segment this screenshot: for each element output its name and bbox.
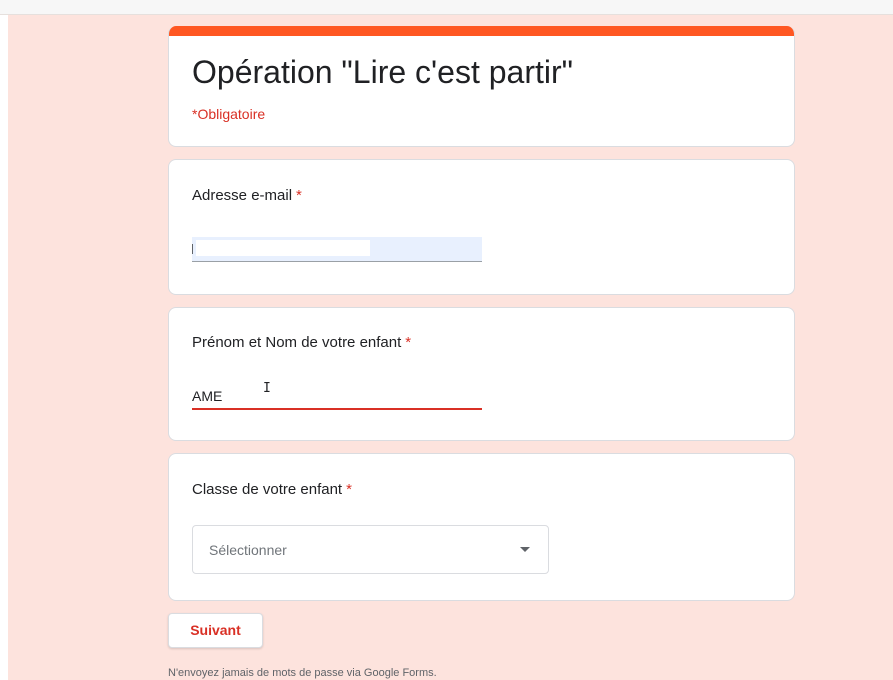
dropdown-arrow-icon xyxy=(520,547,530,552)
i-beam-cursor-icon: I xyxy=(263,381,271,396)
child-name-value: AME xyxy=(192,388,223,404)
child-name-input[interactable]: AME xyxy=(192,386,482,410)
masked-email-value xyxy=(196,240,370,256)
child-name-label-text: Prénom et Nom de votre enfant xyxy=(192,334,402,351)
browser-top-bar xyxy=(0,0,893,15)
required-asterisk: * xyxy=(296,187,302,204)
dropdown-selected-value: Sélectionner xyxy=(209,542,287,558)
form-header-card: Opération "Lire c'est partir" *Obligatoi… xyxy=(168,26,795,147)
child-class-label-text: Classe de votre enfant xyxy=(192,481,343,498)
child-class-dropdown[interactable]: Sélectionner xyxy=(192,525,549,574)
password-warning-note: N'envoyez jamais de mots de passe via Go… xyxy=(168,667,437,679)
required-asterisk: * xyxy=(346,481,352,498)
form-page: Opération "Lire c'est partir" *Obligatoi… xyxy=(0,0,893,680)
text-caret xyxy=(192,244,193,254)
child-name-question-label: Prénom et Nom de votre enfant * xyxy=(192,334,411,351)
email-label-text: Adresse e-mail xyxy=(192,187,293,204)
header-accent-bar xyxy=(169,26,794,36)
next-button[interactable]: Suivant xyxy=(168,613,263,648)
question-email-card: Adresse e-mail * xyxy=(168,159,795,295)
left-edge-strip xyxy=(0,15,8,680)
required-note: *Obligatoire xyxy=(192,106,266,122)
email-question-label: Adresse e-mail * xyxy=(192,187,302,204)
email-field[interactable] xyxy=(192,237,482,262)
question-child-name-card: Prénom et Nom de votre enfant * AME I xyxy=(168,307,795,441)
child-class-question-label: Classe de votre enfant * xyxy=(192,481,352,498)
question-child-class-card: Classe de votre enfant * Sélectionner xyxy=(168,453,795,601)
form-title: Opération "Lire c'est partir" xyxy=(192,54,573,90)
required-asterisk: * xyxy=(405,334,412,351)
